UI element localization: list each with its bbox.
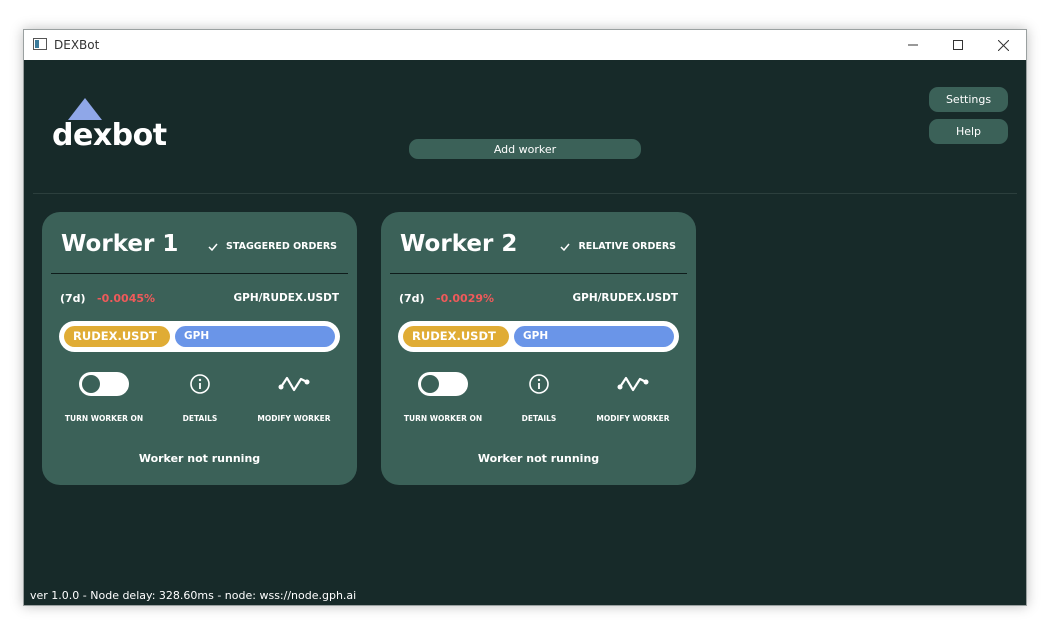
checkmark-icon bbox=[208, 243, 218, 251]
close-icon bbox=[997, 39, 1009, 51]
turn-worker-on-toggle[interactable]: TURN WORKER ON bbox=[64, 371, 144, 423]
profit-change: -0.0045% bbox=[97, 292, 156, 305]
header-divider bbox=[33, 193, 1017, 194]
info-icon bbox=[190, 374, 210, 394]
profit-period: (7d) bbox=[399, 292, 425, 305]
modify-label: MODIFY WORKER bbox=[257, 414, 331, 423]
quote-asset-balance: GPH bbox=[514, 326, 674, 347]
details-label: DETAILS bbox=[182, 414, 218, 423]
settings-button[interactable]: Settings bbox=[929, 87, 1008, 112]
logo-text: dexbot bbox=[52, 118, 167, 153]
modify-label: MODIFY WORKER bbox=[596, 414, 670, 423]
base-asset-balance: RUDEX.USDT bbox=[64, 326, 170, 347]
card-divider bbox=[390, 273, 687, 274]
main-content: dexbot Settings Help Add worker Worker 1… bbox=[24, 60, 1026, 605]
profit-period: (7d) bbox=[60, 292, 86, 305]
worker-strategy: RELATIVE ORDERS bbox=[560, 241, 676, 252]
base-asset-balance: RUDEX.USDT bbox=[403, 326, 509, 347]
logo-triangle-icon bbox=[68, 98, 102, 120]
details-label: DETAILS bbox=[521, 414, 557, 423]
minimize-icon bbox=[908, 44, 918, 46]
toggle-knob bbox=[421, 375, 439, 393]
maximize-button[interactable] bbox=[935, 30, 981, 60]
title-bar: DEXBot bbox=[24, 30, 1026, 60]
checkmark-icon bbox=[560, 243, 571, 251]
toggle-label: TURN WORKER ON bbox=[64, 414, 144, 423]
details-button[interactable]: DETAILS bbox=[173, 371, 227, 423]
worker-name: Worker 2 bbox=[400, 231, 518, 257]
activity-icon bbox=[617, 376, 649, 392]
modify-worker-button[interactable]: MODIFY WORKER bbox=[589, 371, 677, 423]
balance-bar: RUDEX.USDT GPH bbox=[59, 321, 340, 352]
strategy-label: RELATIVE ORDERS bbox=[578, 241, 676, 252]
add-worker-button[interactable]: Add worker bbox=[409, 139, 641, 159]
turn-worker-on-toggle[interactable]: TURN WORKER ON bbox=[403, 371, 483, 423]
card-divider bbox=[51, 273, 348, 274]
details-button[interactable]: DETAILS bbox=[512, 371, 566, 423]
modify-worker-button[interactable]: MODIFY WORKER bbox=[250, 371, 338, 423]
strategy-label: STAGGERED ORDERS bbox=[226, 241, 337, 252]
worker-strategy: STAGGERED ORDERS bbox=[208, 241, 337, 252]
quote-asset-balance: GPH bbox=[175, 326, 335, 347]
app-window: DEXBot dexbot Settings Help Add worker W… bbox=[23, 29, 1027, 606]
market-pair: GPH/RUDEX.USDT bbox=[572, 292, 679, 304]
worker-status: Worker not running bbox=[477, 452, 600, 465]
market-pair: GPH/RUDEX.USDT bbox=[233, 292, 340, 304]
worker-name: Worker 1 bbox=[61, 231, 179, 257]
app-icon bbox=[33, 38, 47, 50]
close-button[interactable] bbox=[980, 30, 1026, 60]
worker-status: Worker not running bbox=[138, 452, 261, 465]
toggle-switch-icon[interactable] bbox=[79, 372, 129, 396]
help-button[interactable]: Help bbox=[929, 119, 1008, 144]
worker-card: Worker 2 RELATIVE ORDERS (7d) -0.0029% G… bbox=[381, 212, 696, 485]
activity-icon bbox=[278, 376, 310, 392]
toggle-knob bbox=[82, 375, 100, 393]
profit-change: -0.0029% bbox=[436, 292, 495, 305]
toggle-switch-icon[interactable] bbox=[418, 372, 468, 396]
minimize-button[interactable] bbox=[890, 30, 936, 60]
toggle-label: TURN WORKER ON bbox=[403, 414, 483, 423]
window-title: DEXBot bbox=[54, 38, 100, 52]
info-icon bbox=[529, 374, 549, 394]
balance-bar: RUDEX.USDT GPH bbox=[398, 321, 679, 352]
worker-card: Worker 1 STAGGERED ORDERS (7d) -0.0045% … bbox=[42, 212, 357, 485]
dexbot-logo: dexbot bbox=[52, 98, 167, 158]
status-bar: ver 1.0.0 - Node delay: 328.60ms - node:… bbox=[30, 589, 357, 602]
maximize-icon bbox=[953, 40, 963, 50]
